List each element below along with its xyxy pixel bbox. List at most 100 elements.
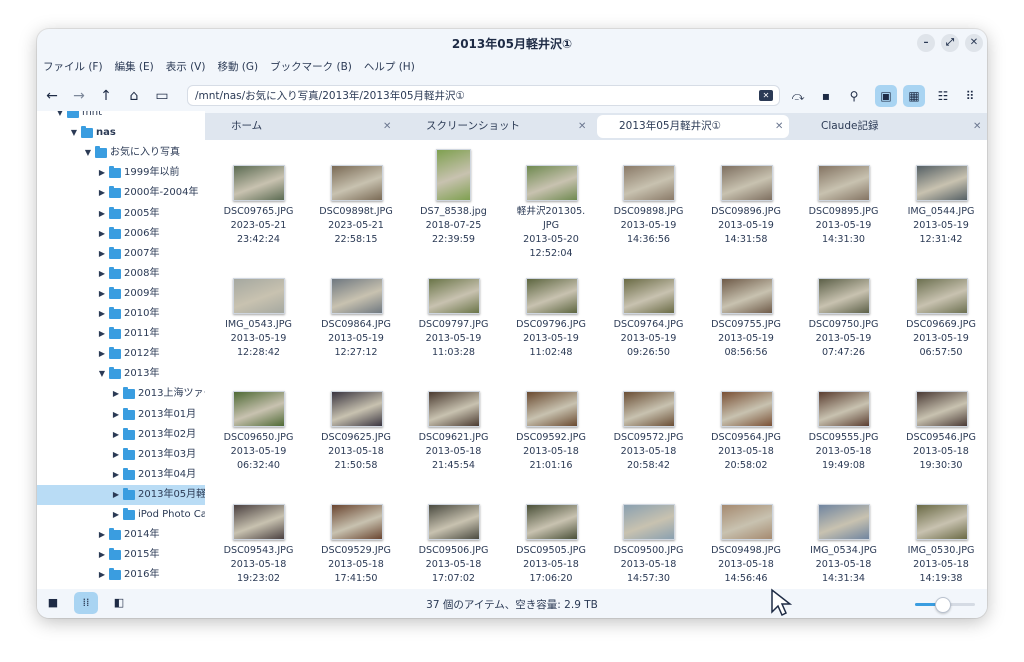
sidebar-tree-item[interactable]: ▶ 2013年04月 [37, 465, 205, 485]
sidebar-tree-item[interactable]: ▶ iPod Photo Cache [37, 505, 205, 525]
menu-help[interactable]: ヘルプ (H) [364, 59, 415, 77]
maximize-button[interactable]: ⤢ [941, 34, 959, 52]
sidebar-tree-item[interactable]: ▶ 2006年 [37, 224, 205, 244]
tab-item[interactable]: 2013年05月軽井沢① ✕ [597, 115, 789, 138]
file-item[interactable]: DSC09797.JPG 2013-05-19 11:03:28 [405, 253, 502, 366]
chevron-right-icon[interactable]: ▶ [111, 405, 121, 425]
file-item[interactable]: DSC09650.JPG 2013-05-19 06:32:40 [210, 366, 307, 479]
clear-address-icon[interactable]: ✕ [759, 90, 773, 101]
sidebar-tree-item[interactable]: ▶ 2013年02月 [37, 425, 205, 445]
list-view-icon[interactable]: ☷ [932, 85, 954, 107]
chevron-right-icon[interactable]: ▶ [111, 505, 121, 525]
file-item[interactable]: DSC09896.JPG 2013-05-19 14:31:58 [698, 140, 795, 253]
menu-bookmarks[interactable]: ブックマーク (B) [270, 59, 352, 77]
close-icon[interactable]: ✕ [578, 115, 586, 138]
chevron-right-icon[interactable]: ▶ [97, 304, 107, 324]
tab-item[interactable]: Claude記録 ✕ [795, 115, 987, 138]
file-item[interactable]: DSC09764.JPG 2013-05-19 09:26:50 [600, 253, 697, 366]
file-item[interactable]: DSC09755.JPG 2013-05-19 08:56:56 [698, 253, 795, 366]
chevron-right-icon[interactable]: ▶ [111, 425, 121, 445]
chevron-right-icon[interactable]: ▶ [97, 545, 107, 565]
sidebar-tree-item[interactable]: ▶ 2005年 [37, 204, 205, 224]
menu-edit[interactable]: 編集 (E) [115, 59, 154, 77]
chevron-right-icon[interactable]: ▶ [97, 204, 107, 224]
file-item[interactable]: DSC09796.JPG 2013-05-19 11:02:48 [503, 253, 600, 366]
forward-arrow-icon[interactable]: → [68, 85, 90, 107]
file-item[interactable]: IMG_0534.JPG 2013-05-18 14:31:34 [795, 479, 892, 589]
file-item[interactable]: DSC09621.JPG 2013-05-18 21:45:54 [405, 366, 502, 479]
file-item[interactable]: DSC09529.JPG 2013-05-18 17:41:50 [308, 479, 405, 589]
close-icon[interactable]: ✕ [973, 115, 981, 138]
chevron-right-icon[interactable]: ▶ [111, 485, 121, 505]
file-item[interactable]: DSC09898.JPG 2013-05-19 14:36:56 [600, 140, 697, 253]
back-arrow-icon[interactable]: ← [41, 85, 63, 107]
tab-item[interactable]: ホーム ✕ [205, 115, 397, 138]
minimize-button[interactable]: – [917, 34, 935, 52]
file-item[interactable]: DSC09546.JPG 2013-05-18 19:30:30 [893, 366, 988, 479]
file-item[interactable]: DSC09669.JPG 2013-05-19 06:57:50 [893, 253, 988, 366]
image-view-icon[interactable]: ▣ [875, 85, 897, 107]
file-item[interactable]: 軽井沢201305. JPG 2013-05-20 12:52:04 [503, 140, 600, 259]
sidebar-tree-item[interactable]: ▶ 2013上海ツァー [37, 384, 205, 404]
chevron-right-icon[interactable]: ▶ [111, 384, 121, 404]
sidebar-tree-item[interactable]: ▶ 2015年 [37, 545, 205, 565]
sidebar-tree-item[interactable]: ▶ 2009年 [37, 284, 205, 304]
chevron-right-icon[interactable]: ▶ [97, 324, 107, 344]
sidebar-tree-item[interactable]: ▶ 2007年 [37, 244, 205, 264]
file-item[interactable]: DSC09625.JPG 2013-05-18 21:50:58 [308, 366, 405, 479]
close-icon[interactable]: ✕ [383, 115, 391, 138]
file-item[interactable]: IMG_0543.JPG 2013-05-19 12:28:42 [210, 253, 307, 366]
file-item[interactable]: DSC09750.JPG 2013-05-19 07:47:26 [795, 253, 892, 366]
home-icon[interactable]: ⌂ [123, 85, 145, 107]
file-item[interactable]: DSC09500.JPG 2013-05-18 14:57:30 [600, 479, 697, 589]
close-icon[interactable]: ✕ [775, 115, 783, 138]
file-item[interactable]: DSC09765.JPG 2023-05-21 23:42:24 [210, 140, 307, 253]
up-arrow-icon[interactable]: ↑ [95, 85, 117, 107]
sidebar-tree-item[interactable]: ▶ 2011年 [37, 324, 205, 344]
address-bar[interactable]: /mnt/nas/お気に入り写真/2013年/2013年05月軽井沢① ✕ [187, 85, 780, 106]
file-item[interactable]: IMG_0544.JPG 2013-05-19 12:31:42 [893, 140, 988, 253]
file-item[interactable]: DSC09864.JPG 2013-05-19 12:27:12 [308, 253, 405, 366]
chevron-right-icon[interactable]: ▶ [111, 465, 121, 485]
file-item[interactable]: DSC09555.JPG 2013-05-18 19:49:08 [795, 366, 892, 479]
close-button[interactable]: ✕ [965, 34, 983, 52]
sidebar-tree-item[interactable]: ▶ 2016年 [37, 565, 205, 585]
chevron-right-icon[interactable]: ▶ [97, 244, 107, 264]
chevron-right-icon[interactable]: ▶ [97, 224, 107, 244]
sidebar-tree-item[interactable]: ▶ 2000年-2004年 [37, 183, 205, 203]
chevron-right-icon[interactable]: ▶ [97, 565, 107, 585]
chevron-right-icon[interactable]: ▶ [97, 163, 107, 183]
file-item[interactable]: DSC09506.JPG 2013-05-18 17:07:02 [405, 479, 502, 589]
sidebar-tree-item[interactable]: ▶ 2013年01月 [37, 405, 205, 425]
file-item[interactable]: DSC09498.JPG 2013-05-18 14:56:46 [698, 479, 795, 589]
file-item[interactable]: DSC09572.JPG 2013-05-18 20:58:42 [600, 366, 697, 479]
chevron-right-icon[interactable]: ▶ [97, 264, 107, 284]
chevron-right-icon[interactable]: ▶ [97, 284, 107, 304]
zoom-slider-handle[interactable] [935, 597, 951, 613]
file-item[interactable]: DSC09543.JPG 2013-05-18 19:23:02 [210, 479, 307, 589]
menu-go[interactable]: 移動 (G) [217, 59, 258, 77]
sidebar-tree-item[interactable]: ▶ 2008年 [37, 264, 205, 284]
file-item[interactable]: DSC09898t.JPG 2023-05-21 22:58:15 [308, 140, 405, 253]
file-item[interactable]: DSC09895.JPG 2013-05-19 14:31:30 [795, 140, 892, 253]
sidebar-tree-item[interactable]: ▶ 2010年 [37, 304, 205, 324]
sidebar-tree-item[interactable]: ▼ mnt [37, 111, 205, 123]
chevron-down-icon[interactable]: ▼ [55, 111, 65, 123]
chevron-down-icon[interactable]: ▼ [97, 364, 107, 384]
chevron-right-icon[interactable]: ▶ [97, 525, 107, 545]
search-icon[interactable]: ⚲ [843, 85, 865, 107]
sidebar-tree-item[interactable]: ▶ 2012年 [37, 344, 205, 364]
file-item[interactable]: DSC09505.JPG 2013-05-18 17:06:20 [503, 479, 600, 589]
tab-item[interactable]: スクリーンショット ✕ [400, 115, 592, 138]
chevron-right-icon[interactable]: ▶ [97, 183, 107, 203]
compact-view-icon[interactable]: ⠿ [959, 85, 981, 107]
chevron-right-icon[interactable]: ▶ [97, 344, 107, 364]
file-item[interactable]: IMG_0530.JPG 2013-05-18 14:19:38 [893, 479, 988, 589]
sidebar-tree-item[interactable]: ▶ 1999年以前 [37, 163, 205, 183]
chevron-down-icon[interactable]: ▼ [69, 123, 79, 143]
sidebar-tree-item[interactable]: ▼ 2013年 [37, 364, 205, 384]
icon-view-icon[interactable]: ▦ [903, 85, 925, 107]
computer-icon[interactable]: ▭ [151, 85, 173, 107]
titlebar[interactable]: 2013年05月軽井沢① – ⤢ ✕ [37, 29, 987, 57]
sidebar-tree-item[interactable]: ▶ 2013年03月 [37, 445, 205, 465]
